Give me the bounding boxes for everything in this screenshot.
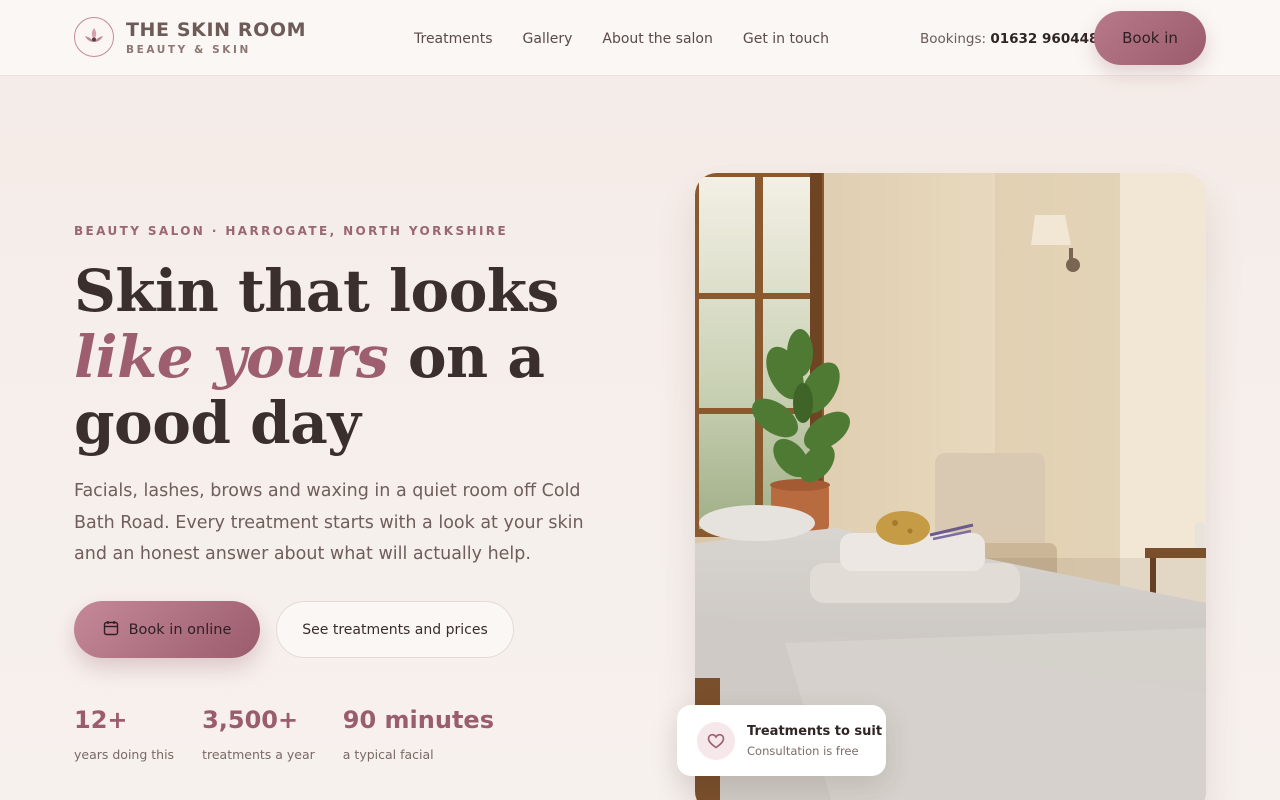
lotus-icon bbox=[74, 17, 114, 57]
stat-label: years doing this bbox=[74, 747, 175, 762]
nav-item-about[interactable]: About the salon bbox=[602, 29, 712, 49]
stat-label: treatments a year bbox=[202, 747, 315, 762]
bookings-label: Bookings: bbox=[920, 31, 987, 47]
site-header: THE SKIN ROOM BEAUTY & SKIN Treatments G… bbox=[0, 0, 1280, 76]
brand-tagline: BEAUTY & SKIN bbox=[126, 44, 251, 56]
stat-value: 90 minutes bbox=[342, 706, 494, 734]
book-in-button[interactable]: Book in bbox=[1094, 11, 1206, 65]
hero-description: Facials, lashes, brows and waxing in a q… bbox=[74, 481, 584, 564]
nav-item-treatments[interactable]: Treatments bbox=[414, 29, 493, 49]
see-treatments-button[interactable]: See treatments and prices bbox=[276, 601, 514, 658]
bookings-phone-number[interactable]: 01632 960448 bbox=[990, 31, 1098, 47]
badge-subtitle: Consultation is free bbox=[747, 744, 859, 758]
treatments-badge: Treatments to suit Consultation is free bbox=[677, 705, 886, 776]
hero-eyebrow: BEAUTY SALON · HARROGATE, NORTH YORKSHIR… bbox=[74, 224, 509, 238]
book-online-label: Book in online bbox=[128, 621, 232, 638]
hero-headline: Skin that looks like yours on a good day bbox=[74, 258, 654, 456]
book-online-button[interactable]: Book in online bbox=[74, 601, 260, 658]
stat-label: a typical facial bbox=[342, 747, 434, 762]
brand-logo-link[interactable]: THE SKIN ROOM BEAUTY & SKIN bbox=[74, 17, 306, 57]
badge-title: Treatments to suit bbox=[747, 724, 883, 739]
stat-treatments: 3,500+ treatments a year bbox=[202, 704, 315, 764]
stat-years: 12+ years doing this bbox=[74, 704, 174, 764]
nav-item-gallery[interactable]: Gallery bbox=[523, 29, 573, 49]
brand-name: THE SKIN ROOM bbox=[126, 19, 307, 41]
calendar-icon bbox=[103, 620, 119, 640]
stat-facial-duration: 90 minutes a typical facial bbox=[343, 704, 494, 764]
bookings-phone: Bookings: 01632 960448 bbox=[920, 29, 1098, 49]
heart-icon bbox=[697, 721, 735, 760]
main-nav: Treatments Gallery About the salon Get i… bbox=[414, 29, 829, 49]
nav-item-contact[interactable]: Get in touch bbox=[743, 29, 829, 49]
headline-emphasis: like yours bbox=[74, 323, 389, 391]
badge-text: Treatments to suit Consultation is free bbox=[747, 723, 882, 758]
headline-part1: Skin that looks bbox=[74, 257, 559, 325]
hero-stats: 12+ years doing this 3,500+ treatments a… bbox=[74, 704, 494, 764]
stat-value: 3,500+ bbox=[202, 706, 299, 734]
stat-value: 12+ bbox=[74, 706, 128, 734]
brand-text: THE SKIN ROOM BEAUTY & SKIN bbox=[126, 18, 306, 56]
